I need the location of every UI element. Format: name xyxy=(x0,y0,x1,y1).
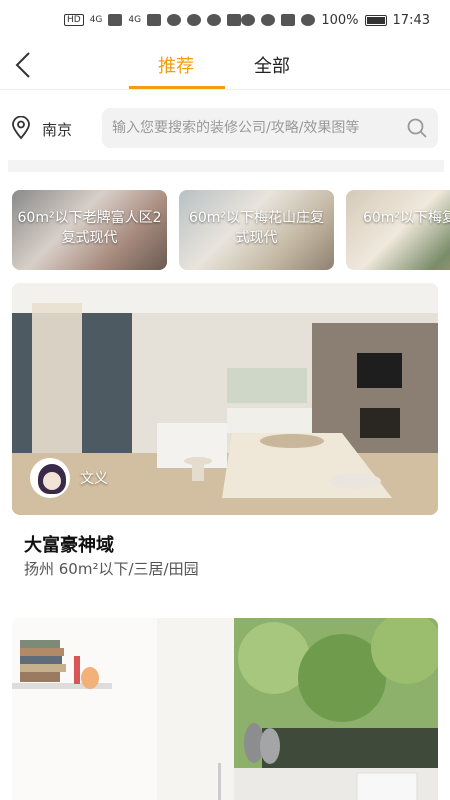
message-icon xyxy=(207,14,222,26)
project-card-image-2[interactable] xyxy=(12,618,438,800)
section-divider xyxy=(8,160,444,172)
app-icon xyxy=(187,14,202,26)
thumbnail-card[interactable]: 60m²以下梅花山庄复式现代 xyxy=(179,190,334,270)
thumbnail-label: 60m²以下梅花山庄复式现代 xyxy=(188,210,325,246)
tab-bar: 推荐 全部 xyxy=(0,40,450,90)
battery-icon xyxy=(364,14,387,26)
card-separator xyxy=(0,596,450,606)
project-title[interactable]: 大富豪神域 xyxy=(24,531,114,557)
thumbnail-carousel[interactable]: 60m²以下老牌富人区2复式现代 60m²以下梅花山庄复式现代 60m²以下梅复… xyxy=(12,190,450,270)
thumbnail-label: 60m²以下梅复式现 xyxy=(362,210,450,226)
signal-4g-label: 4G xyxy=(89,15,103,25)
thumbnail-label: 60m²以下老牌富人区2复式现代 xyxy=(17,210,162,246)
battery-percent: 100% xyxy=(321,12,359,28)
tab-recommended[interactable]: 推荐 xyxy=(158,52,194,78)
search-input[interactable] xyxy=(112,108,402,148)
status-right: 100% 17:43 xyxy=(241,13,430,28)
status-left: HD 4G 4G xyxy=(64,14,242,26)
search-row: 南京 xyxy=(0,108,450,150)
hd-badge: HD xyxy=(64,14,84,26)
study-room-photo xyxy=(12,618,438,800)
status-bar: HD 4G 4G 100% 17:43 xyxy=(0,0,450,40)
top-header: 推荐 全部 xyxy=(0,40,450,90)
signal-icon-2 xyxy=(147,14,162,26)
author-name[interactable]: 文义 xyxy=(80,468,108,488)
play-store-icon xyxy=(227,14,242,26)
search-box[interactable] xyxy=(102,108,438,148)
headphone-icon xyxy=(241,14,256,26)
nfc-icon xyxy=(281,14,296,26)
project-card-image[interactable]: 文义 xyxy=(12,283,438,515)
project-meta: 扬州 60m²以下/三居/田园 xyxy=(24,560,199,578)
active-tab-indicator xyxy=(129,86,225,89)
clock: 17:43 xyxy=(392,12,430,28)
author-badge[interactable]: 文义 xyxy=(30,458,108,498)
alarm-icon xyxy=(301,14,316,26)
avatar[interactable] xyxy=(30,458,70,498)
search-icon[interactable] xyxy=(406,117,428,139)
thumbnail-card[interactable]: 60m²以下梅复式现 xyxy=(346,190,450,270)
city-selector[interactable]: 南京 xyxy=(42,119,72,140)
signal-icon xyxy=(108,14,123,26)
location-pin-icon[interactable] xyxy=(10,116,32,140)
eye-icon xyxy=(261,14,276,26)
tab-all[interactable]: 全部 xyxy=(254,52,290,78)
usb-icon xyxy=(167,14,182,26)
signal-4g-label-2: 4G xyxy=(128,15,142,25)
thumbnail-card[interactable]: 60m²以下老牌富人区2复式现代 xyxy=(12,190,167,270)
